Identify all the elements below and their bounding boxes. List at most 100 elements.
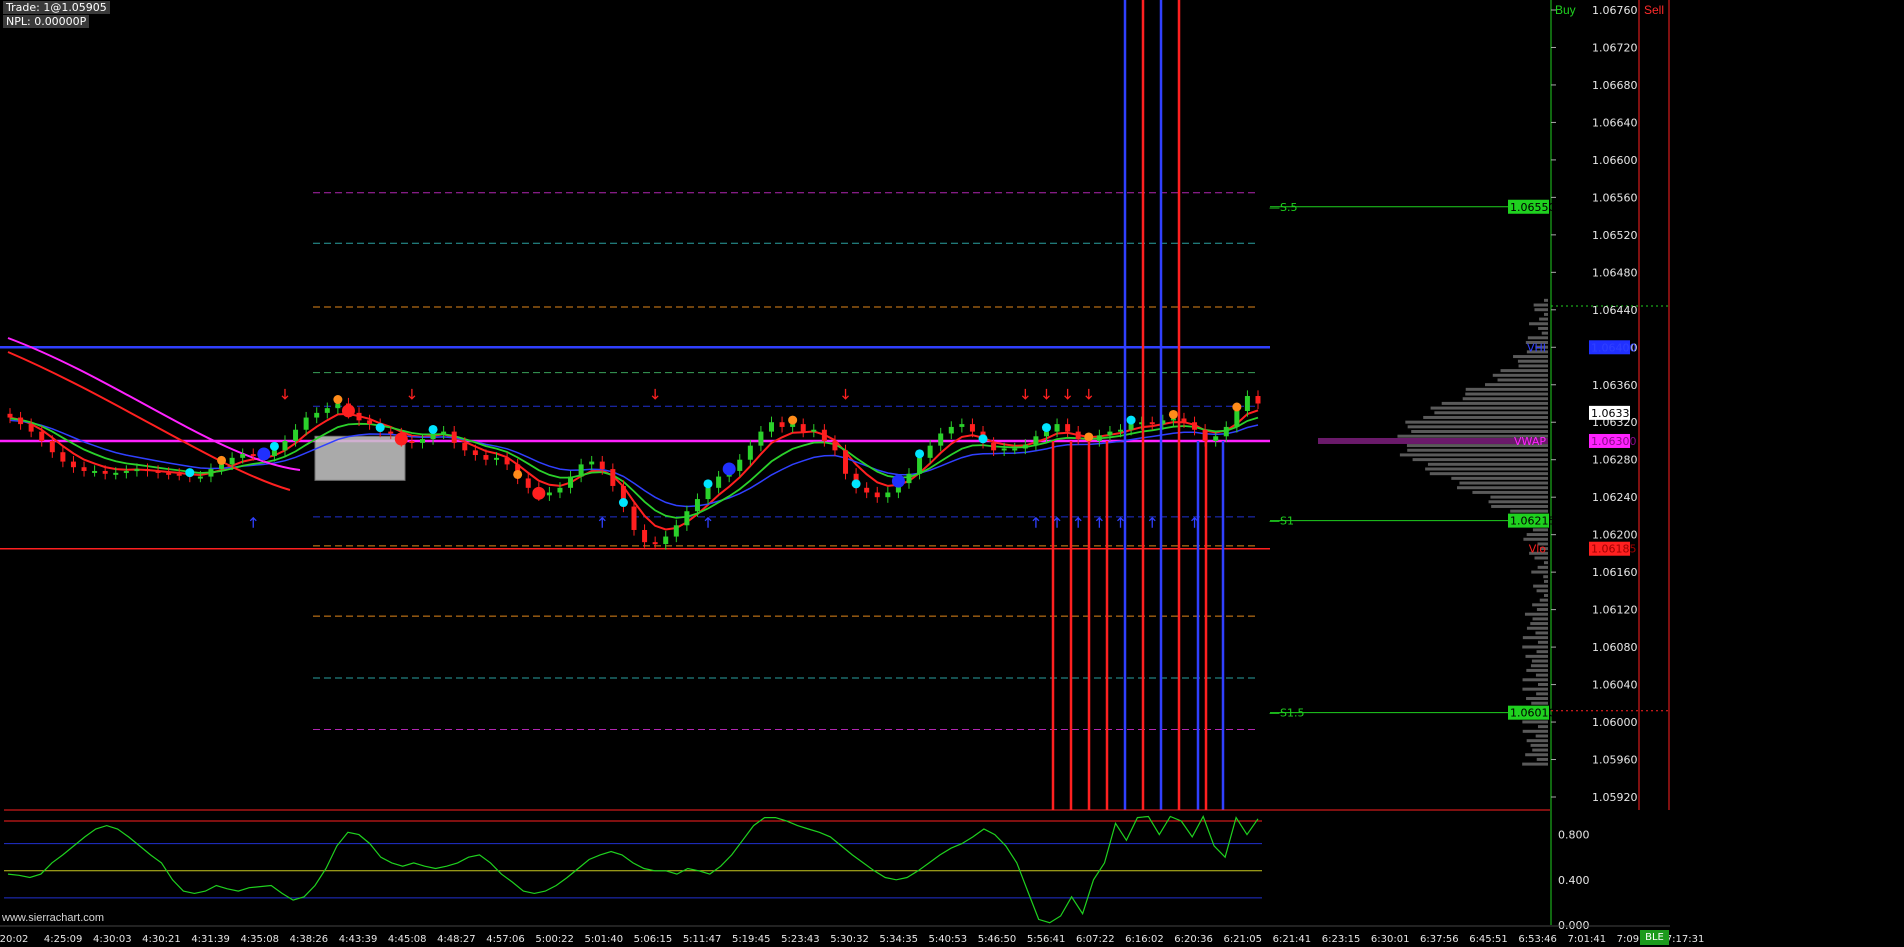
signal-big-dot [722, 462, 736, 476]
price-tick-label: 1.06200 [1592, 529, 1638, 542]
candle-body [356, 412, 362, 421]
profile-bar [1451, 476, 1548, 480]
candles [7, 390, 1261, 550]
profile-bar [1492, 373, 1548, 377]
profile-bar [1532, 603, 1548, 607]
time-tick-label: 5:40:53 [929, 934, 968, 945]
candle-body [557, 487, 563, 493]
candle-body [642, 529, 648, 543]
price-tag-text: 1.06300 [1591, 435, 1637, 448]
candle-body [1192, 422, 1198, 430]
price-tick-label: 1.06560 [1592, 191, 1638, 204]
signal-dot [915, 449, 925, 459]
profile-bar [1510, 509, 1548, 513]
profile-bar [1522, 636, 1548, 640]
pivot-label: —S1.5 [1269, 707, 1304, 720]
status-badge[interactable]: BLE [1640, 930, 1669, 945]
signal-dot [375, 423, 385, 433]
candle-body [874, 492, 880, 498]
buy-column-header[interactable]: Buy [1555, 3, 1576, 17]
profile-bar [1544, 561, 1548, 565]
price-tick-label: 1.06120 [1592, 604, 1638, 617]
candle-body [282, 440, 288, 451]
candle-body [938, 433, 944, 446]
level-tag: VWAP [1514, 435, 1546, 448]
sierra-chart[interactable]: —S.5—S1—S1.5VHIVWAPVlo 1.067601.067201.0… [0, 0, 1904, 947]
time-tick-label: 6:20:36 [1174, 934, 1213, 945]
time-tick-label: 7:17:31 [1666, 934, 1705, 945]
profile-bar [1527, 336, 1548, 340]
buy-arrow-icon [1032, 516, 1040, 528]
candle-body [969, 424, 975, 432]
candle-body [28, 424, 34, 432]
time-tick-label: 6:53:46 [1518, 934, 1557, 945]
signal-dot [1041, 423, 1051, 433]
profile-bar [1530, 664, 1548, 668]
candle-body [948, 426, 954, 434]
candle-body [229, 457, 235, 465]
profile-bar [1530, 743, 1548, 747]
candle-body [599, 461, 605, 470]
candle-body [906, 473, 912, 484]
candle-body [747, 445, 753, 460]
profile-bar [1544, 312, 1548, 316]
candle-body [102, 470, 108, 474]
candle-body [271, 450, 277, 456]
profile-bar [1459, 481, 1548, 485]
candle-body [60, 452, 66, 462]
sell-arrow-icon [651, 388, 659, 400]
candle-body [335, 403, 341, 409]
signal-dot [703, 479, 713, 489]
signal-dot [1232, 402, 1242, 412]
candle-body [779, 422, 785, 427]
profile-bar [1405, 420, 1548, 424]
time-tick-label: 6:23:15 [1322, 934, 1361, 945]
candle-body [166, 472, 172, 475]
profile-bar [1533, 584, 1548, 588]
sell-arrow-icon [408, 388, 416, 400]
profile-bar [1425, 467, 1548, 471]
price-tick-label: 1.06760 [1592, 4, 1638, 17]
candle-body [1118, 429, 1124, 432]
profile-bar [1526, 533, 1548, 537]
profile-bar [1497, 378, 1548, 382]
time-tick-label: 5:23:43 [781, 934, 820, 945]
sell-column-header[interactable]: Sell [1644, 3, 1664, 17]
candle-body [81, 467, 87, 471]
candle-body [1234, 410, 1240, 427]
profile-bar [1544, 298, 1548, 302]
candle-body [694, 499, 700, 512]
profile-bar [1399, 453, 1548, 457]
price-tick-label: 1.06480 [1592, 266, 1638, 279]
profile-bar [1407, 425, 1548, 429]
buy-arrow-icon [1095, 516, 1103, 528]
profile-bar [1537, 640, 1548, 644]
price-tag-text: 1.06550 [1510, 201, 1556, 214]
profile-bar [1531, 659, 1548, 663]
profile-bar [1490, 495, 1548, 499]
price-tick-label: 1.06360 [1592, 379, 1638, 392]
candle-body [441, 431, 447, 434]
buy-arrow-icon [1191, 516, 1198, 528]
candle-body [1033, 436, 1039, 445]
time-tick-label: 6:45:51 [1469, 934, 1508, 945]
profile-bar [1517, 359, 1548, 363]
time-tick-label: 6:21:41 [1273, 934, 1312, 945]
candle-body [409, 440, 415, 443]
candle-body [684, 511, 690, 526]
price-tick-label: 1.06720 [1592, 41, 1638, 54]
time-tick-label: 4:25:09 [44, 934, 83, 945]
price-tick-label: 1.06600 [1592, 154, 1638, 167]
profile-bar [1535, 673, 1548, 677]
profile-bar [1529, 322, 1548, 326]
profile-bar [1526, 668, 1548, 672]
candle-body [155, 470, 161, 473]
signal-big-dot [891, 474, 905, 488]
profile-bar [1536, 589, 1548, 593]
candle-body [589, 461, 595, 465]
time-tick-label: 6:37:56 [1420, 934, 1459, 945]
candle-body [367, 420, 373, 425]
signal-dot [185, 468, 195, 478]
candle-body [451, 431, 457, 443]
price-tag-text: 1.06400 [1591, 341, 1637, 354]
